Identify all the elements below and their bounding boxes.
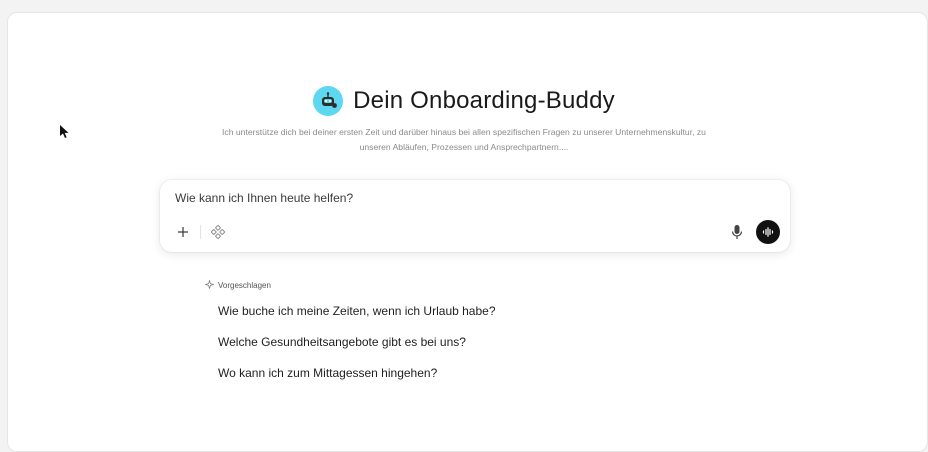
voice-mode-icon[interactable] [756, 220, 780, 244]
prompt-composer [160, 180, 790, 252]
suggestion-item[interactable]: Welche Gesundheitsangebote gibt es bei u… [218, 335, 496, 349]
tools-icon[interactable] [207, 221, 229, 243]
suggestion-item[interactable]: Wie buche ich meine Zeiten, wenn ich Url… [218, 304, 496, 318]
prompt-input[interactable] [175, 191, 735, 205]
composer-toolbar [172, 220, 780, 244]
title-row: Dein Onboarding-Buddy [313, 86, 615, 116]
suggestions-header: Vorgeschlagen [204, 279, 496, 291]
page-subtitle: Ich unterstütze dich bei deiner ersten Z… [222, 127, 706, 152]
suggestions-label: Vorgeschlagen [218, 281, 271, 290]
page-title: Dein Onboarding-Buddy [353, 87, 615, 114]
suggestion-item[interactable]: Wo kann ich zum Mittagessen hingehen? [218, 366, 496, 380]
suggestions-panel: Vorgeschlagen Wie buche ich meine Zeiten… [204, 279, 496, 380]
robot-icon [313, 86, 344, 116]
toolbar-divider [200, 225, 201, 239]
sparkle-icon [204, 279, 215, 291]
plus-icon[interactable] [172, 221, 194, 243]
page-header: Dein Onboarding-Buddy Ich unterstütze di… [0, 86, 928, 155]
microphone-icon[interactable] [726, 221, 748, 243]
